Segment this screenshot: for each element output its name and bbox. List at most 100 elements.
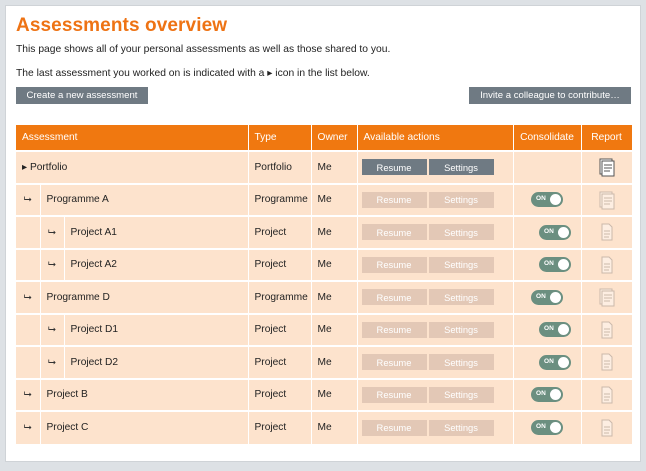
report-cell [581, 312, 633, 346]
assessment-type: Project [248, 345, 312, 379]
report-cell [581, 280, 633, 314]
indent-cell [16, 247, 41, 281]
report-icon[interactable] [600, 321, 614, 339]
child-arrow-icon: ⮡ [48, 324, 56, 336]
assessment-type: Project [248, 215, 312, 249]
assessment-owner: Me [311, 215, 358, 249]
child-arrow-icon: ⮡ [48, 259, 56, 271]
create-assessment-button[interactable]: Create a new assessment [16, 87, 148, 104]
consolidate-empty [513, 150, 582, 184]
indent-cell: ⮡ [16, 280, 41, 314]
invite-colleague-button[interactable]: Invite a colleague to contribute… [469, 87, 631, 104]
column-header-consolidate: Consolidate [513, 125, 582, 151]
settings-button: Settings [428, 289, 494, 306]
intro-text: This page shows all of your personal ass… [16, 44, 391, 55]
report-icon[interactable] [600, 256, 614, 274]
report-cell [581, 377, 633, 411]
table-row[interactable]: ▸ Portfolio Portfolio Me Resume Settings [16, 150, 633, 184]
report-active-icon[interactable] [598, 158, 616, 177]
resume-button: Resume [361, 289, 427, 306]
assessment-name[interactable]: Project A1 [64, 215, 249, 249]
indent-cell: ⮡ [16, 182, 41, 216]
page-title: Assessments overview [16, 15, 228, 36]
assessment-type: Programme [248, 182, 312, 216]
assessment-type: Project [248, 312, 312, 346]
assessment-owner: Me [311, 247, 358, 281]
assessment-owner: Me [311, 182, 358, 216]
settings-button: Settings [428, 321, 494, 338]
report-cell [581, 345, 633, 379]
consolidate-toggle[interactable]: ON [539, 354, 572, 370]
indent-cell: ⮡ [16, 410, 41, 444]
consolidate-toggle[interactable]: ON [531, 192, 564, 208]
consolidate-toggle[interactable]: ON [531, 387, 564, 403]
child-arrow-icon: ⮡ [23, 422, 32, 434]
assessment-name[interactable]: Project B [40, 377, 249, 411]
resume-button: Resume [361, 321, 427, 338]
report-multi-icon[interactable] [598, 191, 616, 210]
report-cell [581, 410, 633, 444]
indent-cell [16, 312, 41, 346]
assessment-name[interactable]: ▸ Portfolio [16, 150, 249, 184]
assessment-name[interactable]: Programme A [40, 182, 249, 216]
table-row[interactable]: ⮡ Programme A Programme Me Resume Settings … [16, 182, 633, 216]
settings-button[interactable]: Settings [428, 159, 494, 176]
table-row[interactable]: ⮡ Project A1 Project Me Resume Settings ON [16, 215, 633, 249]
column-header-report: Report [581, 125, 633, 151]
child-arrow-icon: ⮡ [23, 389, 32, 401]
child-arrow-icon: ⮡ [48, 226, 56, 238]
settings-button: Settings [428, 224, 494, 241]
child-arrow-icon: ⮡ [23, 194, 32, 206]
assessment-type: Project [248, 410, 312, 444]
report-cell [581, 247, 633, 281]
assessment-owner: Me [311, 345, 358, 379]
report-cell [581, 215, 633, 249]
table-row[interactable]: ⮡ Project C Project Me Resume Settings ON [16, 410, 633, 444]
report-icon[interactable] [600, 386, 614, 404]
resume-button[interactable]: Resume [361, 159, 427, 176]
report-multi-icon[interactable] [598, 288, 616, 307]
resume-button: Resume [361, 354, 427, 371]
table-row[interactable]: ⮡ Project D1 Project Me Resume Settings ON [16, 312, 633, 346]
indent-cell [16, 215, 41, 249]
table-row[interactable]: ⮡ Project B Project Me Resume Settings ON [16, 377, 633, 411]
table-row[interactable]: ⮡ Project D2 Project Me Resume Settings ON [16, 345, 633, 379]
table-row[interactable]: ⮡ Programme D Programme Me Resume Settings … [16, 280, 633, 314]
assessment-type: Project [248, 247, 312, 281]
settings-button: Settings [428, 354, 494, 371]
column-header-owner: Owner [311, 125, 358, 151]
settings-button: Settings [428, 419, 494, 436]
assessment-type: Portfolio [248, 150, 312, 184]
assessment-name[interactable]: Programme D [40, 280, 249, 314]
report-icon[interactable] [600, 223, 614, 241]
assessment-owner: Me [311, 150, 358, 184]
assessment-owner: Me [311, 280, 358, 314]
indent-cell: ⮡ [40, 312, 65, 346]
indent-cell: ⮡ [16, 377, 41, 411]
child-arrow-icon: ⮡ [48, 356, 56, 368]
child-arrow-icon: ⮡ [23, 291, 32, 303]
indent-cell [16, 345, 41, 379]
consolidate-toggle[interactable]: ON [531, 420, 564, 436]
consolidate-toggle[interactable]: ON [539, 322, 572, 338]
assessment-type: Programme [248, 280, 312, 314]
assessment-name[interactable]: Project A2 [64, 247, 249, 281]
indent-cell: ⮡ [40, 215, 65, 249]
assessment-name[interactable]: Project C [40, 410, 249, 444]
assessment-name[interactable]: Project D1 [64, 312, 249, 346]
consolidate-toggle[interactable]: ON [539, 257, 572, 273]
resume-button: Resume [361, 191, 427, 208]
settings-button: Settings [428, 386, 494, 403]
resume-button: Resume [361, 256, 427, 273]
column-header-type: Type [248, 125, 312, 151]
assessments-panel: Assessments overview This page shows all… [5, 5, 641, 462]
report-icon[interactable] [600, 419, 614, 437]
report-icon[interactable] [600, 353, 614, 371]
table-header-row: Assessment Type Owner Available actions … [16, 125, 633, 151]
consolidate-toggle[interactable]: ON [531, 289, 564, 305]
column-header-actions: Available actions [357, 125, 514, 151]
indent-cell: ⮡ [40, 345, 65, 379]
consolidate-toggle[interactable]: ON [539, 224, 572, 240]
assessment-name[interactable]: Project D2 [64, 345, 249, 379]
table-row[interactable]: ⮡ Project A2 Project Me Resume Settings ON [16, 247, 633, 281]
